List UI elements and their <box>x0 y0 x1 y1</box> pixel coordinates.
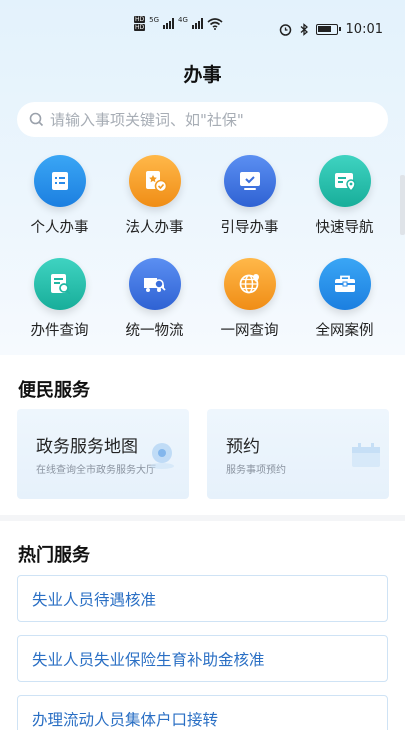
card-title: 预约 <box>226 437 260 457</box>
hd-label: HD <box>134 16 146 23</box>
signal-bars-icon <box>163 18 175 29</box>
hot-service-item[interactable]: 失业人员失业保险生育补助金核准 <box>17 635 388 682</box>
menu-item-label: 全网案例 <box>315 323 374 339</box>
card-title: 政务服务地图 <box>36 437 138 457</box>
menu-item-guide[interactable]: 引导办事 <box>202 155 297 237</box>
menu-item-case-query[interactable]: 办件查询 <box>12 258 107 340</box>
menu-item-label: 办件查询 <box>30 323 89 339</box>
service-map-card[interactable]: 政务服务地图 在线查询全市政务服务大厅 <box>17 409 189 499</box>
signal-indicators: HD HD 5G 4G <box>134 16 223 31</box>
hot-service-item[interactable]: 办理流动人员集体户口接转 <box>17 695 388 730</box>
globe-pin-icon <box>223 258 276 310</box>
menu-item-label: 个人办事 <box>30 220 89 236</box>
map-pin-card-icon <box>318 155 371 207</box>
menu-item-label: 法人办事 <box>125 220 184 236</box>
battery-fill <box>317 26 331 32</box>
quick-menu-grid: 个人办事 法人办事 引导办事 快速导航 办件查询 统一物流 一网查询 全网案例 <box>12 155 392 340</box>
hd-label: HD <box>134 24 146 31</box>
network-4g-label: 4G <box>178 16 188 24</box>
menu-item-label: 一网查询 <box>220 323 279 339</box>
menu-item-unified-query[interactable]: 一网查询 <box>202 258 297 340</box>
briefcase-icon <box>318 258 371 310</box>
scroll-indicator <box>400 175 405 235</box>
monitor-check-icon <box>223 155 276 207</box>
battery-icon <box>315 24 341 35</box>
page-title: 办事 <box>183 64 222 86</box>
signal-bars-icon <box>191 18 203 29</box>
menu-item-personal[interactable]: 个人办事 <box>12 155 107 237</box>
search-placeholder: 请输入事项关键词、如"社保" <box>50 111 244 129</box>
menu-item-quick-nav[interactable]: 快速导航 <box>297 155 392 237</box>
map-marker-icon <box>150 443 174 469</box>
alarm-icon <box>279 24 291 36</box>
card-subtitle: 在线查询全市政务服务大厅 <box>36 465 156 476</box>
hd-icon: HD HD <box>134 16 146 31</box>
system-indicators: 10:01 <box>279 22 383 37</box>
doc-search-icon <box>33 258 86 310</box>
menu-item-label: 快速导航 <box>315 220 374 236</box>
convenience-section-title: 便民服务 <box>18 380 90 401</box>
list-doc-icon <box>33 155 86 207</box>
search-input[interactable]: 请输入事项关键词、如"社保" <box>17 102 388 137</box>
menu-item-legal-entity[interactable]: 法人办事 <box>107 155 202 237</box>
calendar-icon <box>352 443 380 467</box>
clock: 10:01 <box>345 22 383 37</box>
hot-service-item[interactable]: 失业人员待遇核准 <box>17 575 388 622</box>
status-bar: HD HD 5G 4G 10:01 <box>0 0 405 37</box>
hot-services-title: 热门服务 <box>18 545 90 566</box>
menu-item-logistics[interactable]: 统一物流 <box>107 258 202 340</box>
menu-item-label: 统一物流 <box>125 323 184 339</box>
wifi-icon <box>207 17 223 30</box>
card-subtitle: 服务事项预约 <box>226 465 286 476</box>
menu-item-label: 引导办事 <box>220 220 279 236</box>
search-icon <box>29 112 44 127</box>
menu-item-all-cases[interactable]: 全网案例 <box>297 258 392 340</box>
badge-check-icon <box>128 155 181 207</box>
bluetooth-icon <box>300 23 308 36</box>
network-5g-label: 5G <box>149 16 160 24</box>
appointment-card[interactable]: 预约 服务事项预约 <box>207 409 389 499</box>
truck-search-icon <box>128 258 181 310</box>
